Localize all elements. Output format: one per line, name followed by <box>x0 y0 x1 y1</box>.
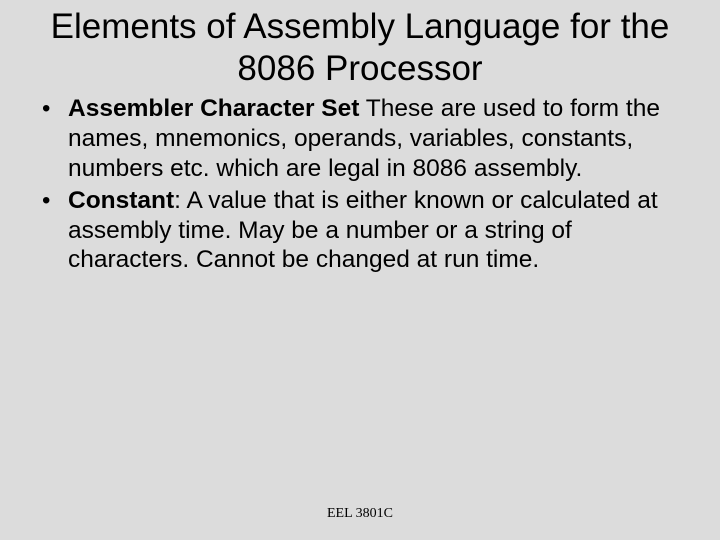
bullet-separator: : <box>174 187 186 214</box>
slide-footer: EEL 3801C <box>0 506 720 522</box>
list-item: Assembler Character Set These are used t… <box>40 94 680 184</box>
bullet-term: Constant <box>68 187 174 214</box>
bullet-term: Assembler Character Set <box>68 95 359 122</box>
list-item: Constant: A value that is either known o… <box>40 186 680 276</box>
bullet-list: Assembler Character Set These are used t… <box>40 94 680 275</box>
slide-content: Assembler Character Set These are used t… <box>0 94 720 275</box>
slide-title: Elements of Assembly Language for the 80… <box>0 0 720 94</box>
